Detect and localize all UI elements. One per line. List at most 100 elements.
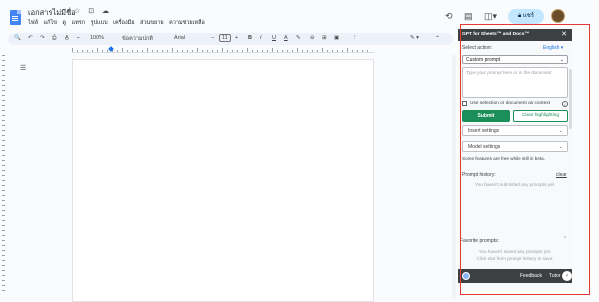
ruler-tick [2, 215, 5, 216]
ruler-tick [227, 50, 228, 52]
menu-format[interactable]: รูปแบบ [91, 20, 108, 26]
ruler-tick [2, 190, 5, 191]
menu-help[interactable]: ความช่วยเหลือ [169, 20, 205, 26]
ruler-tick [87, 50, 88, 52]
font-select[interactable]: Arial [174, 35, 185, 41]
more-icon[interactable]: ⋮ [352, 35, 358, 41]
ruler-tick [2, 170, 5, 171]
menu-view[interactable]: ดู [63, 20, 67, 26]
ruler-tick [72, 48, 73, 52]
undo-icon[interactable]: ↶ [28, 35, 33, 41]
ruler-tick [242, 50, 243, 52]
ruler-tick [162, 50, 163, 52]
ruler-tick [222, 48, 223, 52]
ruler-tick [212, 50, 213, 52]
ruler-tick [2, 265, 5, 266]
ruler-tick [192, 50, 193, 52]
underline-icon[interactable]: U [272, 35, 276, 41]
ruler-tick [2, 155, 5, 156]
ruler-tick [2, 225, 5, 226]
edit-mode-icon[interactable]: ✎ ▾ [410, 35, 419, 41]
highlight-icon[interactable]: ✎ [296, 35, 301, 41]
ruler-tick [2, 230, 5, 231]
ruler-tick [237, 50, 238, 52]
document-scrollbar[interactable] [452, 55, 456, 299]
ruler-tick [302, 50, 303, 52]
ruler-tick [332, 50, 333, 52]
ruler-tick [127, 50, 128, 52]
star-move-cloud-icons[interactable]: ☆ ⊡ ☁ [74, 7, 112, 15]
ruler-tick [317, 50, 318, 52]
meet-icon[interactable]: ◫▾ [484, 11, 497, 22]
horizontal-ruler[interactable] [72, 47, 374, 53]
formatting-toolbar: 🔍 ↶ ↷ ⎙ A̲ ⌐ 100% ข้อความปกติ Arial − 11… [8, 33, 453, 45]
document-title[interactable]: เอกสารไม่มีชื่อ [28, 7, 76, 19]
spellcheck-icon[interactable]: A̲ [65, 35, 69, 41]
ruler-tick [2, 160, 5, 161]
zoom-select[interactable]: 100% [90, 35, 104, 41]
ruler-tick [2, 100, 5, 101]
vertical-ruler[interactable] [2, 55, 6, 300]
menu-extensions[interactable]: ส่วนขยาย [140, 20, 164, 26]
font-size-increase-icon[interactable]: + [235, 35, 238, 41]
ruler-tick [2, 185, 5, 186]
ruler-tick [327, 50, 328, 52]
ruler-tick [257, 50, 258, 52]
ruler-tick [2, 150, 5, 151]
document-outline-icon[interactable]: ☰ [20, 64, 26, 72]
ruler-tick [117, 50, 118, 52]
link-icon[interactable]: ⊖ [310, 35, 315, 41]
ruler-tick [307, 50, 308, 52]
ruler-tick [2, 195, 5, 196]
comment-add-icon[interactable]: ⊞ [322, 35, 327, 41]
ruler-tick [2, 220, 5, 221]
ruler-tick [322, 48, 323, 52]
ruler-tick [2, 95, 5, 96]
ruler-tick [312, 50, 313, 52]
ruler-tick [82, 50, 83, 52]
print-icon[interactable]: ⎙ [52, 35, 56, 42]
ruler-tick [2, 240, 5, 241]
ruler-tick [2, 245, 5, 246]
ruler-tick [2, 105, 5, 106]
document-page[interactable] [72, 59, 374, 302]
menu-tools[interactable]: เครื่องมือ [113, 20, 134, 26]
ruler-tick [187, 50, 188, 52]
search-icon[interactable]: 🔍 [14, 35, 21, 41]
ruler-tick [167, 50, 168, 52]
ruler-tick [107, 50, 108, 52]
avatar[interactable] [551, 9, 565, 23]
ruler-tick [197, 48, 198, 52]
ruler-tick [2, 285, 5, 286]
ruler-tick [2, 125, 5, 126]
ruler-tick [2, 85, 5, 86]
image-icon[interactable]: ▣ [334, 35, 339, 41]
ruler-tick [2, 165, 5, 166]
font-size-input[interactable]: 11 [219, 34, 231, 42]
redo-icon[interactable]: ↷ [40, 35, 45, 41]
ruler-tick [362, 50, 363, 52]
menu-insert[interactable]: แทรก [72, 20, 85, 26]
google-docs-window: เอกสารไม่มีชื่อ ☆ ⊡ ☁ ไฟล์ แก้ไข ดู แทรก… [0, 0, 599, 302]
share-button[interactable]: 🔒︎ แชร์ [508, 9, 544, 24]
ruler-tick [232, 50, 233, 52]
bold-icon[interactable]: B [248, 35, 252, 41]
menu-file[interactable]: ไฟล์ [28, 20, 38, 26]
italic-icon[interactable]: I [260, 35, 262, 41]
history-icon[interactable]: ⟲ [445, 11, 453, 22]
ruler-tick [132, 50, 133, 52]
ruler-tick [2, 290, 5, 291]
text-color-icon[interactable]: A [284, 35, 288, 41]
paint-format-icon[interactable]: ⌐ [77, 35, 80, 41]
style-select[interactable]: ข้อความปกติ [122, 35, 153, 43]
comment-icon[interactable]: ▤ [464, 11, 473, 22]
ruler-tick [157, 50, 158, 52]
ruler-tick [202, 50, 203, 52]
ruler-tick [337, 50, 338, 52]
collapse-menus-icon[interactable]: ⌃ [435, 35, 440, 42]
menu-edit[interactable]: แก้ไข [44, 20, 57, 26]
ruler-tick [287, 50, 288, 52]
font-size-decrease-icon[interactable]: − [211, 35, 214, 41]
docs-logo-icon[interactable] [10, 10, 21, 25]
ruler-tick [277, 50, 278, 52]
